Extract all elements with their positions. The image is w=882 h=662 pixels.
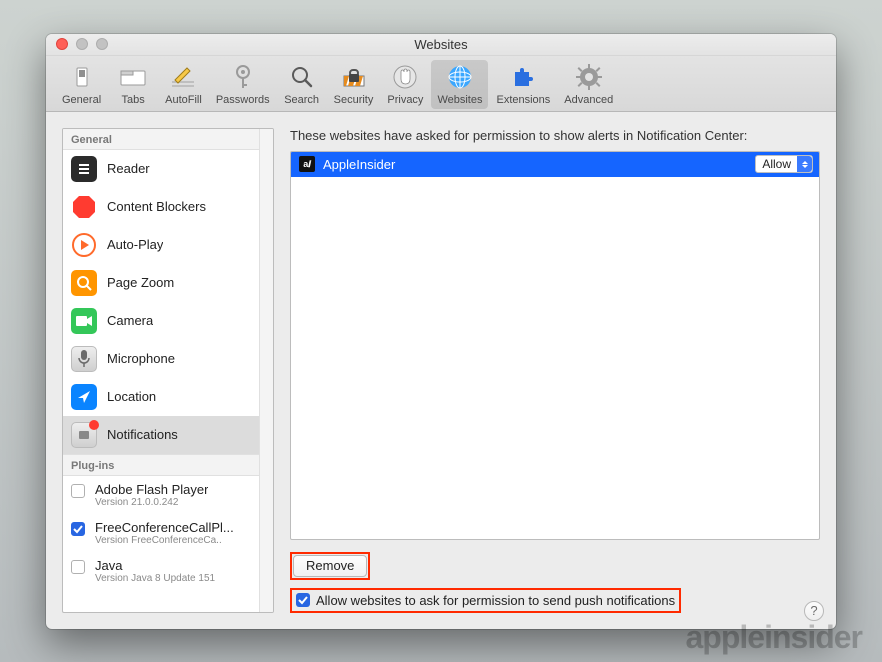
preferences-toolbar: General Tabs AutoFill Passwords	[46, 56, 836, 112]
site-favicon: a𝒊	[299, 156, 315, 172]
plugin-checkbox[interactable]	[71, 522, 85, 536]
plugin-item-flash[interactable]: Adobe Flash Player Version 21.0.0.242	[63, 476, 259, 514]
tab-extensions[interactable]: Extensions	[490, 60, 556, 109]
puzzle-icon	[508, 62, 538, 92]
plugin-checkbox[interactable]	[71, 484, 85, 498]
magnifier-icon	[287, 62, 317, 92]
sidebar-section-plugins: Plug-ins	[63, 454, 259, 476]
gear-icon	[574, 62, 604, 92]
site-permission-list[interactable]: a𝒊 AppleInsider Allow	[290, 151, 820, 540]
tab-tabs[interactable]: Tabs	[109, 60, 157, 109]
microphone-icon	[71, 346, 97, 372]
site-name: AppleInsider	[323, 157, 747, 172]
plugin-item-freeconference[interactable]: FreeConferenceCallPl... Version FreeConf…	[63, 514, 259, 552]
plugin-checkbox[interactable]	[71, 560, 85, 574]
sidebar-section-general: General	[63, 129, 259, 150]
tab-passwords[interactable]: Passwords	[210, 60, 276, 109]
plugin-item-java[interactable]: Java Version Java 8 Update 151	[63, 552, 259, 590]
lock-barrier-icon	[339, 62, 369, 92]
allow-push-label[interactable]: Allow websites to ask for permission to …	[316, 593, 675, 608]
reader-icon	[71, 156, 97, 182]
stop-sign-icon	[71, 194, 97, 220]
tab-general[interactable]: General	[56, 60, 107, 109]
sidebar-item-microphone[interactable]: Microphone	[63, 340, 259, 378]
sidebar-item-auto-play[interactable]: Auto-Play	[63, 226, 259, 264]
tab-advanced[interactable]: Advanced	[558, 60, 619, 109]
site-row[interactable]: a𝒊 AppleInsider Allow	[291, 152, 819, 177]
hand-icon	[390, 62, 420, 92]
notification-icon	[71, 422, 97, 448]
switch-icon	[67, 62, 97, 92]
remove-button[interactable]: Remove	[293, 555, 367, 577]
main-panel: These websites have asked for permission…	[290, 128, 820, 613]
tab-search[interactable]: Search	[278, 60, 326, 109]
help-button[interactable]: ?	[804, 601, 824, 621]
sidebar-item-camera[interactable]: Camera	[63, 302, 259, 340]
permission-select[interactable]: Allow	[755, 155, 813, 173]
allow-push-checkbox[interactable]	[296, 593, 310, 607]
tabs-icon	[118, 62, 148, 92]
tab-autofill[interactable]: AutoFill	[159, 60, 208, 109]
zoom-icon	[71, 270, 97, 296]
sidebar-scrollbar[interactable]	[259, 129, 273, 612]
websites-sidebar: General Reader Content Blockers	[62, 128, 274, 613]
tab-security[interactable]: Security	[328, 60, 380, 109]
titlebar[interactable]: Websites	[46, 34, 836, 56]
location-arrow-icon	[71, 384, 97, 410]
sidebar-item-content-blockers[interactable]: Content Blockers	[63, 188, 259, 226]
sidebar-item-location[interactable]: Location	[63, 378, 259, 416]
preferences-window: Websites General Tabs AutoFill	[46, 34, 836, 629]
play-icon	[71, 232, 97, 258]
sidebar-item-reader[interactable]: Reader	[63, 150, 259, 188]
sidebar-item-page-zoom[interactable]: Page Zoom	[63, 264, 259, 302]
pencil-form-icon	[168, 62, 198, 92]
dropdown-arrows-icon	[797, 156, 812, 172]
annotation-highlight: Allow websites to ask for permission to …	[290, 588, 681, 613]
window-title: Websites	[46, 37, 836, 52]
tab-privacy[interactable]: Privacy	[381, 60, 429, 109]
camera-icon	[71, 308, 97, 334]
key-icon	[228, 62, 258, 92]
globe-icon	[445, 62, 475, 92]
sidebar-item-notifications[interactable]: Notifications	[63, 416, 259, 454]
main-heading: These websites have asked for permission…	[290, 128, 820, 143]
annotation-highlight: Remove	[290, 552, 370, 580]
tab-websites[interactable]: Websites	[431, 60, 488, 109]
